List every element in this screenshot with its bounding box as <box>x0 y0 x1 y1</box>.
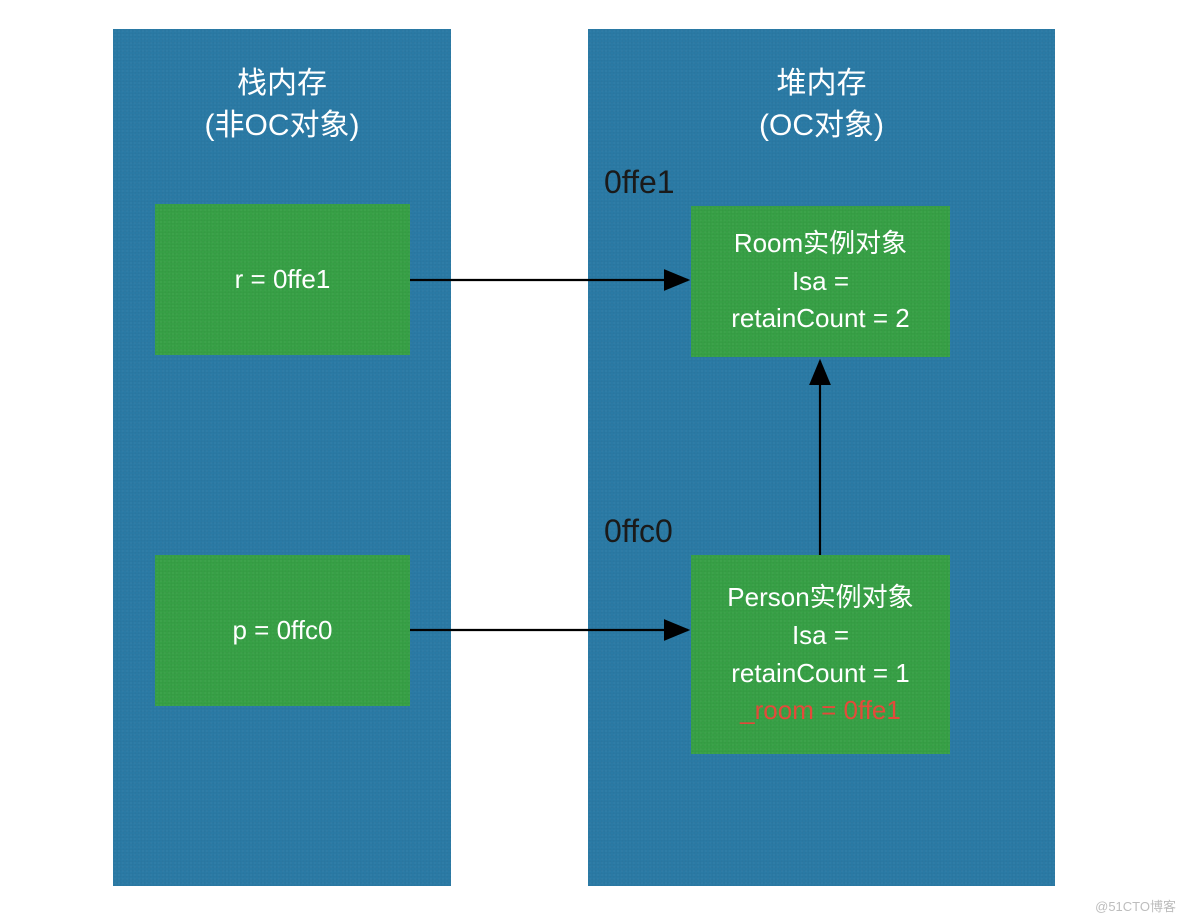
heap-title-line2: (OC对象) <box>759 109 884 142</box>
heap-panel: 堆内存 (OC对象) <box>588 29 1055 886</box>
heap-addr2-label: 0ffc0 <box>604 513 673 550</box>
stack-p-box: p = 0ffc0 <box>155 555 410 706</box>
stack-p-value: p = 0ffc0 <box>233 612 333 650</box>
watermark: @51CTO博客 <box>1095 896 1176 915</box>
stack-title-line2: (非OC对象) <box>205 109 360 142</box>
person-line3: retainCount = 1 <box>731 655 910 693</box>
heap-room-box: Room实例对象 Isa = retainCount = 2 <box>691 206 950 357</box>
heap-title-line1: 堆内存 <box>777 67 867 100</box>
stack-panel: 栈内存 (非OC对象) <box>113 29 451 886</box>
heap-title: 堆内存 (OC对象) <box>588 63 1055 147</box>
person-line4: _room = 0ffe1 <box>740 692 901 730</box>
room-line1: Room实例对象 <box>734 225 907 263</box>
stack-title-line1: 栈内存 <box>237 67 327 100</box>
room-line2: Isa = <box>792 263 849 301</box>
stack-r-box: r = 0ffe1 <box>155 204 410 355</box>
stack-title: 栈内存 (非OC对象) <box>113 63 451 147</box>
heap-person-box: Person实例对象 Isa = retainCount = 1 _room =… <box>691 555 950 754</box>
person-line1: Person实例对象 <box>727 579 913 617</box>
stack-r-value: r = 0ffe1 <box>235 261 331 299</box>
room-line3: retainCount = 2 <box>731 300 910 338</box>
heap-addr1-label: 0ffe1 <box>604 164 675 201</box>
person-line2: Isa = <box>792 617 849 655</box>
